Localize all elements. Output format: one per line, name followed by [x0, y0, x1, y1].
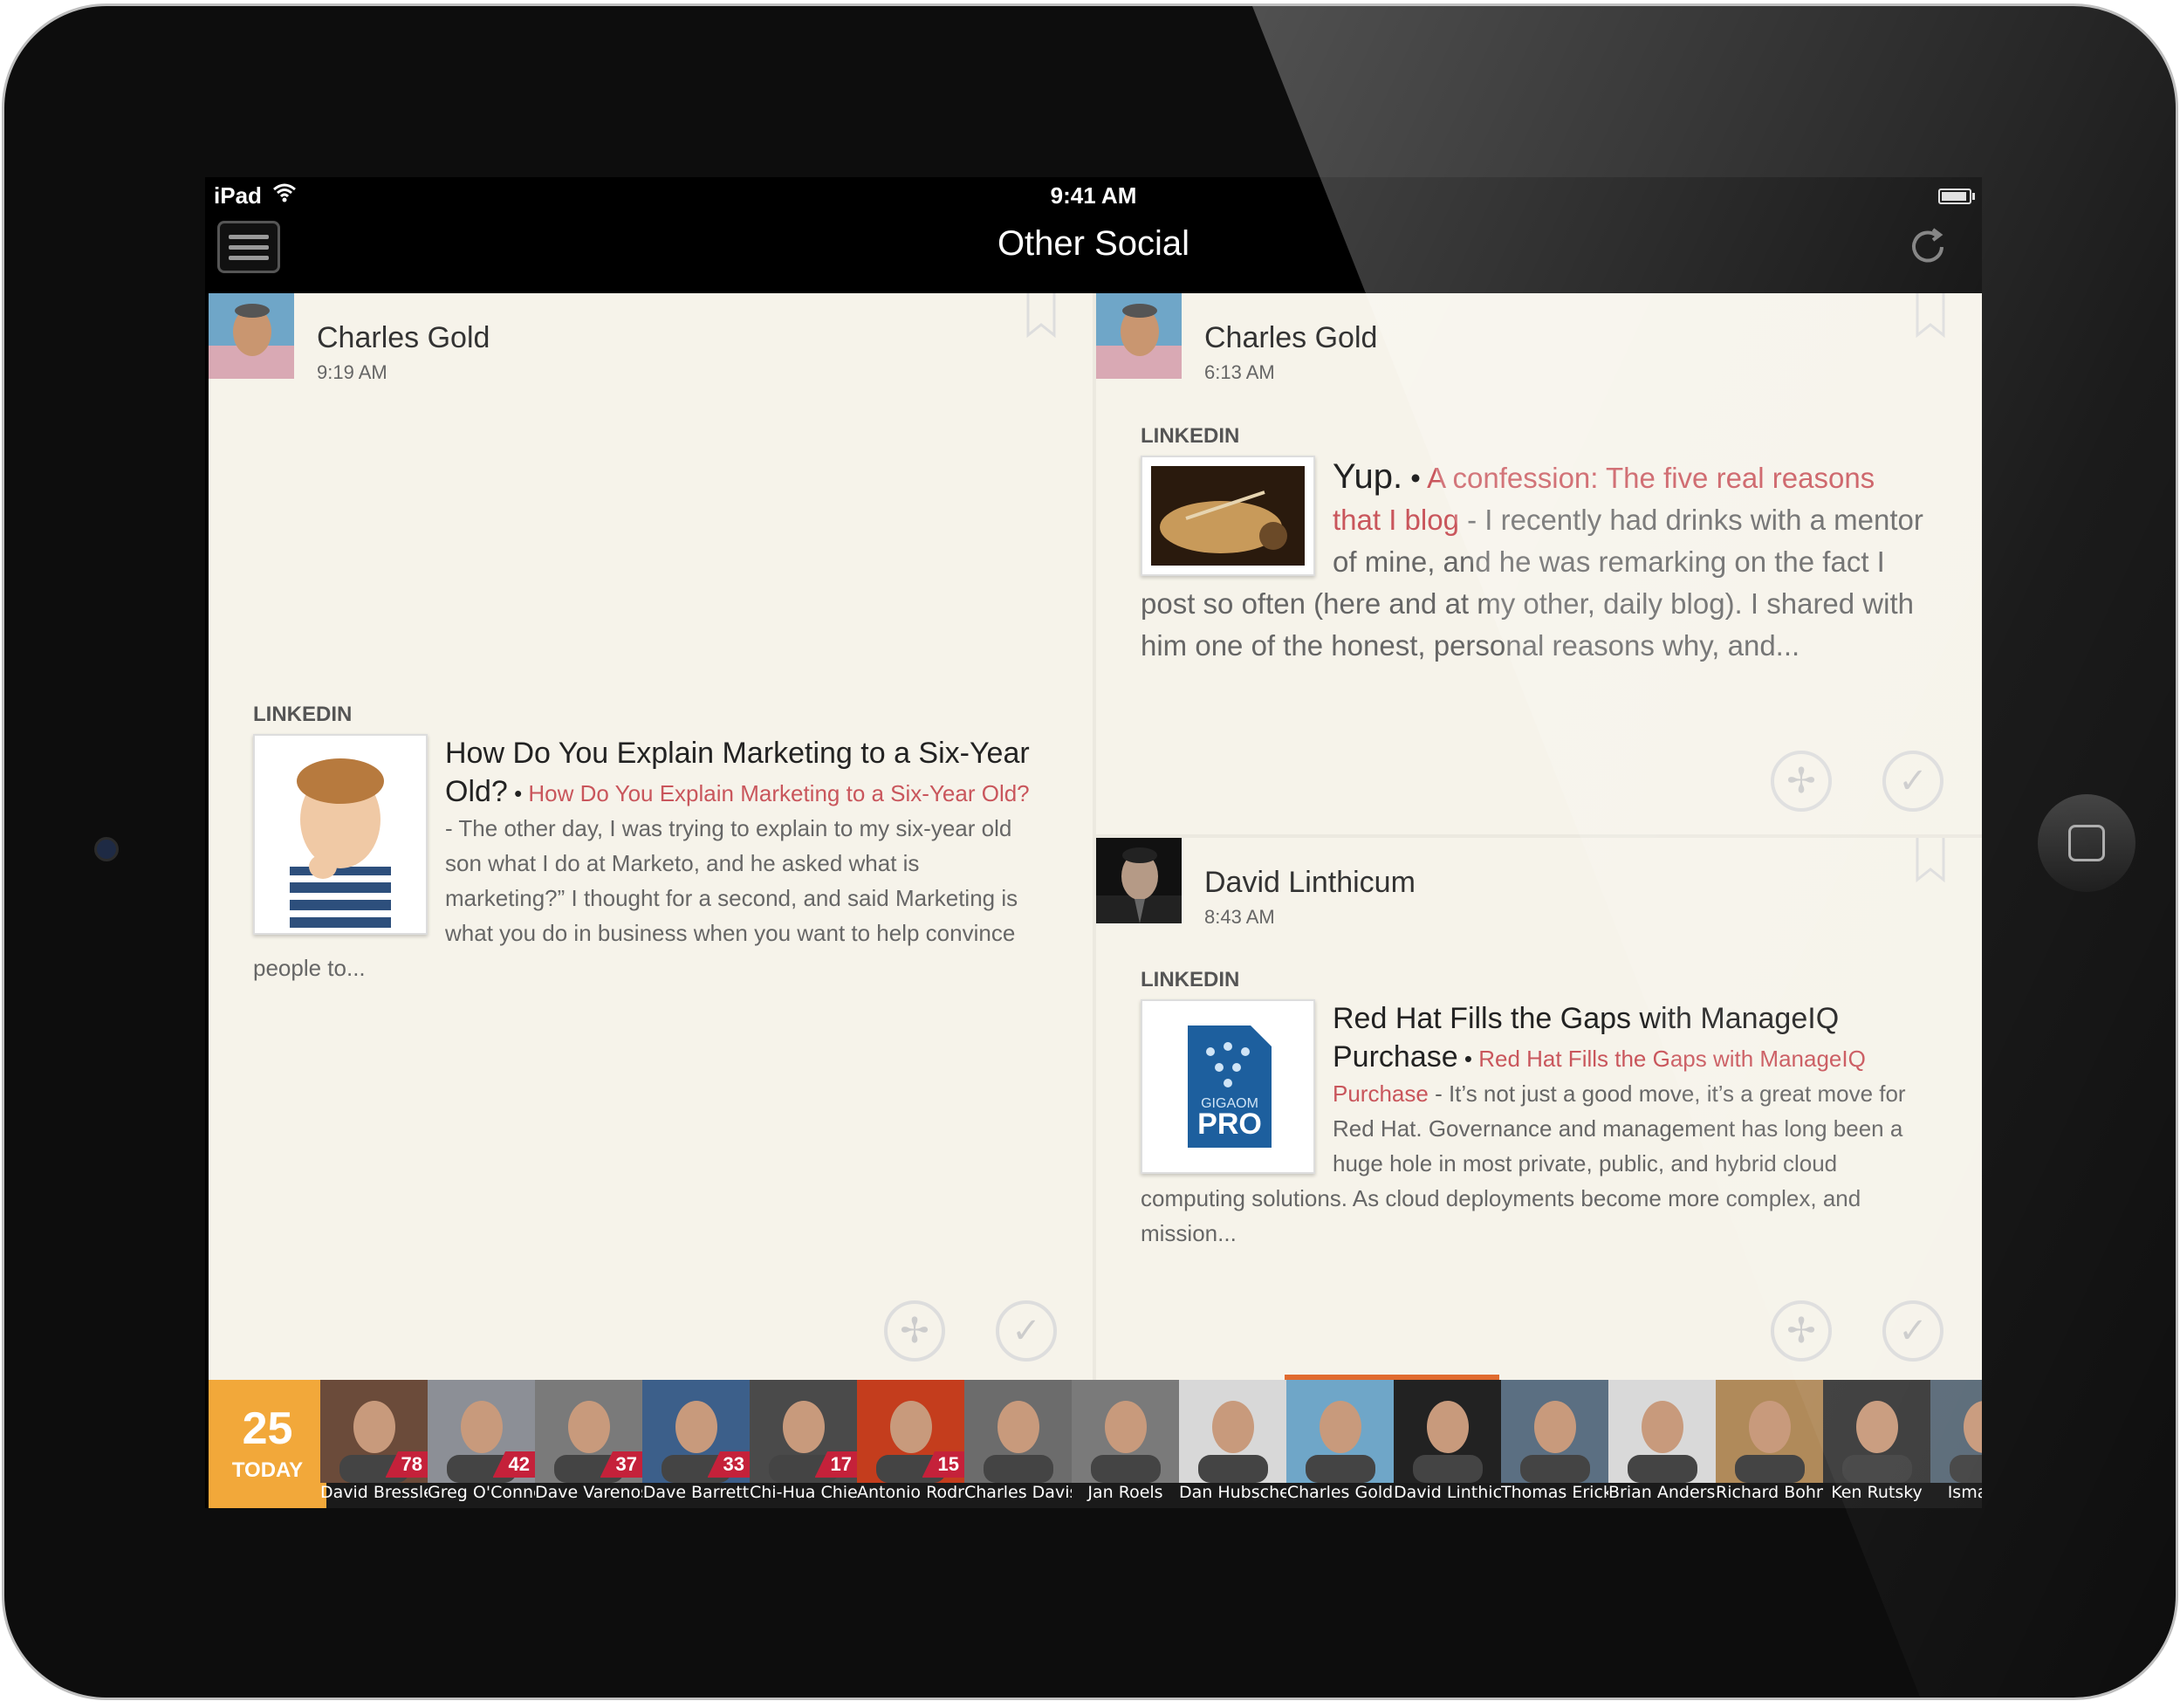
share-button[interactable]: ✢ [1771, 1300, 1832, 1362]
source-label: LINKEDIN [1141, 968, 1240, 991]
post-title[interactable]: Yup. [1333, 457, 1402, 496]
done-button[interactable]: ✓ [1882, 751, 1943, 812]
checkmark-icon: ✓ [1011, 1312, 1041, 1350]
post-body: GIGAOM PRO Red Hat Fills the Gaps with Ma… [1141, 999, 1930, 1251]
avatar[interactable] [1096, 838, 1182, 923]
done-button[interactable]: ✓ [996, 1300, 1057, 1362]
svg-text:PRO: PRO [1197, 1108, 1262, 1141]
post-card[interactable]: Charles Gold 6:13 AM LINKEDIN Yup. • A c… [1096, 293, 1982, 834]
contact-avatar [1823, 1380, 1930, 1483]
share-button[interactable]: ✢ [884, 1300, 945, 1362]
contact-avatar [964, 1380, 1072, 1483]
contact-avatar [1608, 1380, 1716, 1483]
contact-tile[interactable]: Thomas Erickson [1501, 1380, 1608, 1508]
avatar[interactable] [1096, 293, 1182, 379]
share-icon: ✢ [1786, 762, 1816, 800]
source-label: LINKEDIN [253, 703, 353, 726]
author-name[interactable]: Charles Gold [1204, 321, 1377, 355]
contact-avatar [1394, 1380, 1501, 1483]
contact-tile[interactable]: 15Antonio Rodri... [857, 1380, 964, 1508]
contact-name: Dave Varenos [535, 1483, 642, 1502]
contact-name: Brian Anderson [1608, 1483, 1716, 1502]
source-label: LINKEDIN [1141, 424, 1240, 448]
post-time: 8:43 AM [1204, 906, 1275, 928]
bookmark-icon[interactable] [1916, 838, 1945, 883]
contact-tile[interactable]: Richard Bohn [1716, 1380, 1823, 1508]
contact-tile[interactable]: Charles Gold [1286, 1380, 1394, 1508]
contact-name: Charles Gold [1286, 1483, 1394, 1502]
contact-name: Greg O'Connor [428, 1483, 535, 1502]
post-thumbnail[interactable] [1141, 456, 1315, 576]
contact-name: Dave Barrett [642, 1483, 750, 1502]
home-button[interactable] [2038, 794, 2135, 892]
contact-tile[interactable]: David Linthicum [1394, 1380, 1501, 1508]
contact-avatar [1179, 1380, 1286, 1483]
contact-avatar [1286, 1380, 1394, 1483]
contact-name: Richard Bohn [1716, 1483, 1823, 1502]
contact-tile[interactable]: 33 Dave Barrett [642, 1380, 750, 1508]
status-time: 9:41 AM [1050, 182, 1137, 209]
app-screen: iPad 9:41 AM Other Social Charles Gold 9… [205, 177, 1982, 1508]
contact-name: Ismael O [1947, 1483, 1982, 1502]
battery-icon [1938, 189, 1975, 204]
contact-name: Dan Hubscher [1179, 1483, 1286, 1502]
contact-name: Ken Rutsky [1831, 1483, 1923, 1502]
checkmark-icon: ✓ [1898, 762, 1928, 800]
feed-content: Charles Gold 9:19 AM LINKEDIN How Do You… [209, 293, 1982, 1380]
contact-avatar [1930, 1380, 1982, 1483]
contact-name: Jan Roels [1087, 1483, 1163, 1502]
contact-name: Charles Davis [964, 1483, 1072, 1502]
contacts-bar: 25 TODAY 78David Bressler42Greg O'Connor… [209, 1375, 1982, 1508]
today-tile[interactable]: 25 TODAY [209, 1380, 326, 1508]
share-button[interactable]: ✢ [1771, 751, 1832, 812]
bookmark-icon[interactable] [1026, 293, 1056, 339]
share-icon: ✢ [900, 1312, 929, 1350]
share-icon: ✢ [1786, 1312, 1816, 1350]
contact-tile[interactable]: Brian Anderson [1608, 1380, 1716, 1508]
contact-avatar [1716, 1380, 1823, 1483]
post-body: How Do You Explain Marketing to a Six-Ye… [253, 734, 1043, 985]
contact-tile[interactable]: 42Greg O'Connor [428, 1380, 535, 1508]
refresh-icon [1912, 228, 1943, 263]
contact-tile[interactable]: Charles Davis [964, 1380, 1072, 1508]
page-title: Other Social [997, 224, 1190, 263]
contact-name: David Linthicum [1394, 1483, 1501, 1502]
post-time: 9:19 AM [317, 361, 387, 383]
avatar[interactable] [209, 293, 294, 379]
contact-list: 78David Bressler42Greg O'Connor37Dave Va… [320, 1380, 1982, 1508]
author-name[interactable]: Charles Gold [317, 321, 490, 355]
home-square-icon [2068, 825, 2105, 861]
post-link[interactable]: How Do You Explain Marketing to a Six-Ye… [528, 780, 1029, 806]
post-card[interactable]: David Linthicum 8:43 AM LINKEDIN GIGAOM P… [1096, 838, 1982, 1380]
front-camera [94, 837, 119, 861]
contact-tile[interactable]: Jan Roels [1072, 1380, 1179, 1508]
post-card[interactable]: Charles Gold 9:19 AM LINKEDIN How Do You… [209, 293, 1093, 1380]
contact-name: Chi-Hua Chien [750, 1483, 857, 1502]
contact-tile[interactable]: Ken Rutsky [1823, 1380, 1930, 1508]
post-time: 6:13 AM [1204, 361, 1275, 383]
contact-tile[interactable]: 17 Chi-Hua Chien [750, 1380, 857, 1508]
today-label: TODAY [231, 1458, 304, 1482]
done-button[interactable]: ✓ [1882, 1300, 1943, 1362]
contact-avatar [1501, 1380, 1608, 1483]
contact-name: Antonio Rodri... [857, 1483, 964, 1502]
contact-tile[interactable]: 78David Bressler [320, 1380, 428, 1508]
ipad-device: iPad 9:41 AM Other Social Charles Gold 9… [2, 3, 2178, 1700]
status-bar: iPad 9:41 AM [205, 177, 1982, 214]
contact-tile[interactable]: Dan Hubscher [1179, 1380, 1286, 1508]
author-name[interactable]: David Linthicum [1204, 866, 1416, 900]
today-count: 25 [242, 1403, 293, 1454]
contact-name: David Bressler [320, 1483, 428, 1502]
post-body: Yup. • A confession: The five real reaso… [1141, 456, 1923, 662]
contact-avatar [1072, 1380, 1179, 1483]
contact-name: Thomas Erickson [1501, 1483, 1608, 1502]
refresh-button[interactable] [1903, 223, 1952, 279]
contact-tile[interactable]: Ismael O [1930, 1380, 1982, 1508]
checkmark-icon: ✓ [1898, 1312, 1928, 1350]
contact-tile[interactable]: 37 Dave Varenos [535, 1380, 642, 1508]
nav-bar: Other Social [205, 214, 1982, 292]
bookmark-icon[interactable] [1916, 293, 1945, 339]
post-thumbnail[interactable]: GIGAOM PRO [1141, 999, 1315, 1174]
post-thumbnail[interactable] [253, 734, 428, 935]
